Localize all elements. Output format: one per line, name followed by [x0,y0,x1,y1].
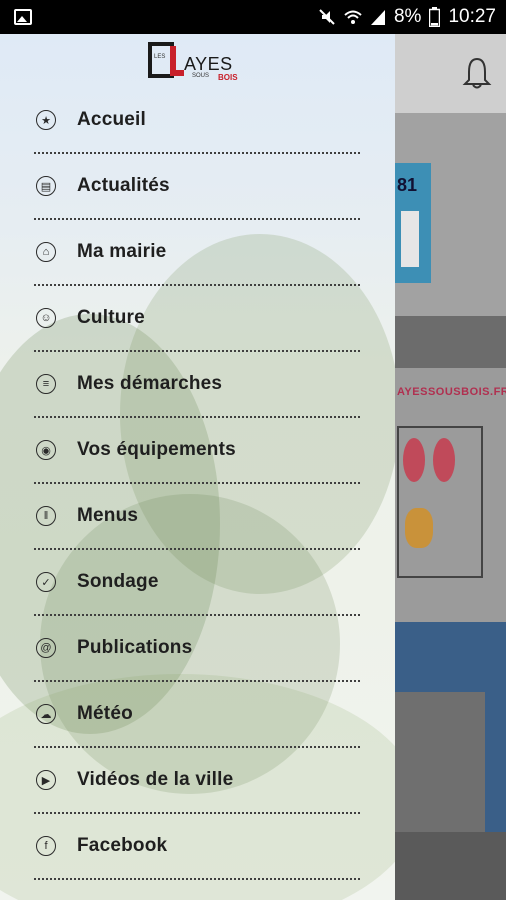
section-divider [395,316,506,368]
town-hall-icon: ⌂ [36,242,56,262]
menu-item-facebook[interactable]: f Facebook [34,814,360,880]
calendar-icon: ▤ [36,176,56,196]
menu-item-meteo[interactable]: ☁ Météo [34,682,360,748]
menu-item-mes-demarches[interactable]: ≡ Mes démarches [34,352,360,418]
menu-item-vos-equipements[interactable]: ◉ Vos équipements [34,418,360,484]
menu-item-ma-mairie[interactable]: ⌂ Ma mairie [34,220,360,286]
image-icon [14,9,32,25]
status-bar: 8% 10:27 [0,0,506,34]
signal-icon [370,10,385,25]
play-icon: ▶ [36,770,56,790]
facebook-icon: f [36,836,56,856]
weather-icon: ☁ [36,704,56,724]
card-image [395,692,485,832]
menu-item-actualites[interactable]: ▤ Actualités [34,154,360,220]
chat-icon: ≡ [36,374,56,394]
menu-item-videos[interactable]: ▶ Vidéos de la ville [34,748,360,814]
news-card[interactable] [395,622,506,900]
mute-icon [319,9,335,25]
bell-icon[interactable] [462,56,492,90]
battery-icon [429,7,441,27]
cutlery-icon: ǁ [36,506,56,526]
battery-percent: 8% [393,6,422,27]
clock: 10:27 [448,6,496,27]
card-image [395,163,431,283]
app-header [395,34,506,113]
facility-icon: ◉ [36,440,56,460]
wifi-icon [344,10,362,24]
menu-item-publications[interactable]: @ Publications [34,616,360,682]
city-logo: LES AYES SOUS BOIS [148,42,248,82]
menu-item-sondage[interactable]: ✓ Sondage [34,550,360,616]
navigation-drawer: LES AYES SOUS BOIS ★ Accueil ▤ Actualité… [0,34,395,900]
star-icon: ★ [36,110,56,130]
drawer-menu: ★ Accueil ▤ Actualités ⌂ Ma mairie ☺ Cul… [34,88,360,880]
check-icon: ✓ [36,572,56,592]
document-icon: @ [36,638,56,658]
news-card[interactable]: AYESSOUSBOIS.FR [395,368,506,622]
background-app: AYESSOUSBOIS.FR [395,34,506,900]
banner-text: AYESSOUSBOIS.FR [397,386,506,398]
menu-item-accueil[interactable]: ★ Accueil [34,88,360,154]
theater-icon: ☺ [36,308,56,328]
menu-item-menus[interactable]: ǁ Menus [34,484,360,550]
news-card[interactable] [395,113,506,316]
menu-item-culture[interactable]: ☺ Culture [34,286,360,352]
